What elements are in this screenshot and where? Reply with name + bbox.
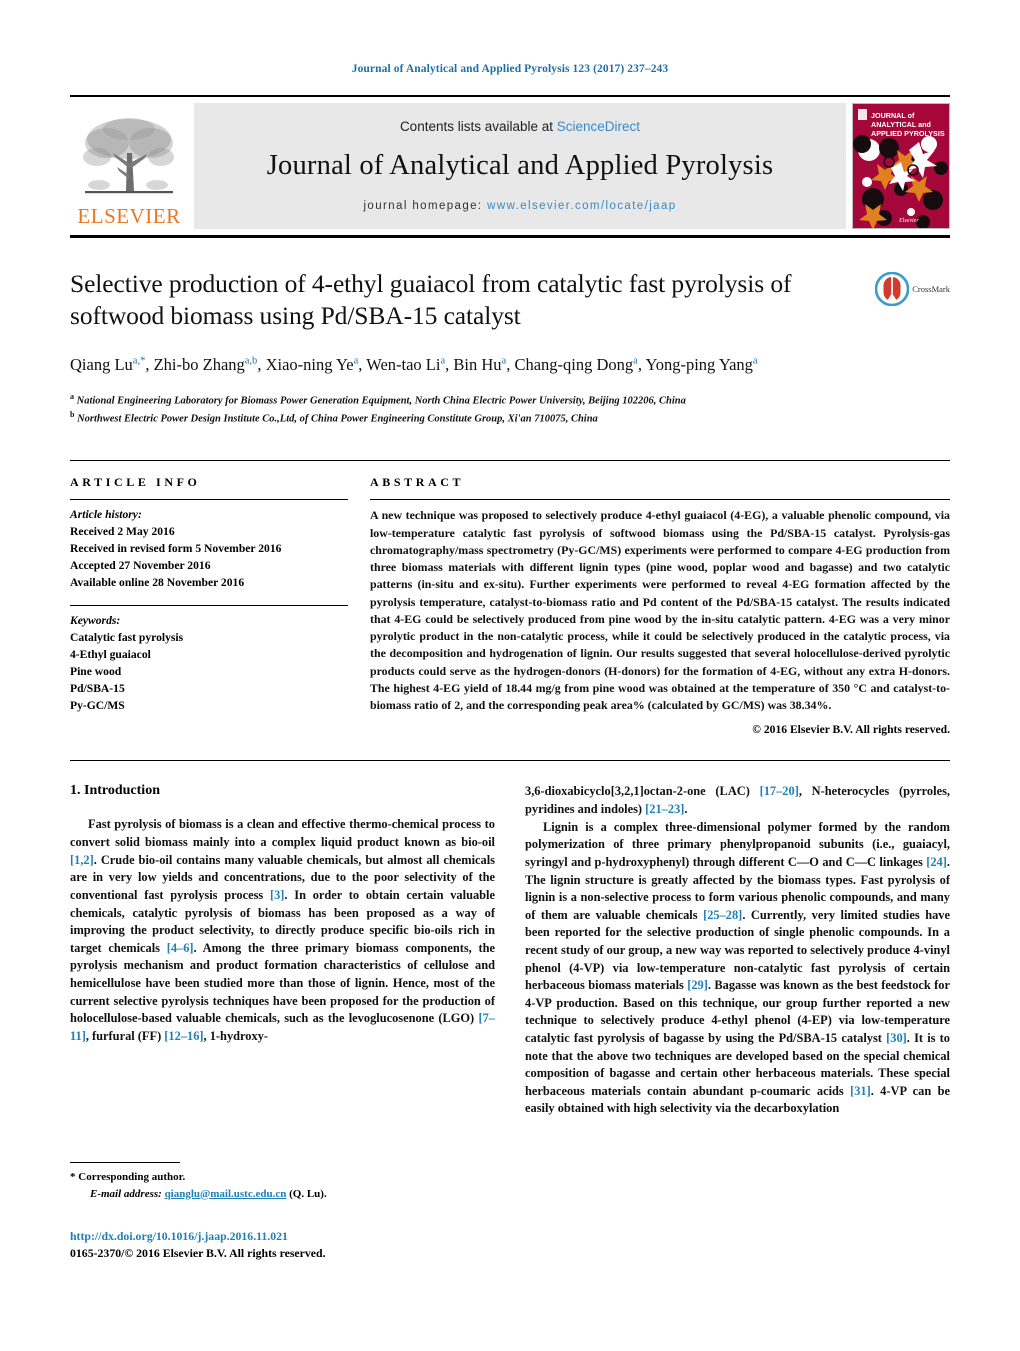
masthead-bottom-rule [70, 235, 950, 238]
elsevier-tree-icon [83, 118, 174, 194]
contents-available-line: Contents lists available at ScienceDirec… [400, 119, 640, 134]
body-column-right: 3,6-dioxabicyclo[3,2,1]octan-2-one (LAC)… [525, 783, 950, 1118]
corresponding-author-footnote: * Corresponding author. E-mail address: … [70, 1162, 480, 1202]
cover-title-line3: APPLIED PYROLYSIS [871, 129, 945, 138]
crossmark-icon [875, 272, 910, 306]
keywords-label: Keywords: [70, 614, 121, 628]
article-info-column: ARTICLE INFO Article history: Received 2… [70, 475, 348, 736]
email-suffix: (Q. Lu). [286, 1187, 327, 1200]
journal-homepage-link[interactable]: www.elsevier.com/locate/jaap [487, 200, 676, 212]
email-line: E-mail address: qianglu@mail.ustc.edu.cn… [70, 1186, 480, 1203]
history-received: Received 2 May 2016 [70, 525, 175, 539]
contents-prefix: Contents lists available at [399, 118, 557, 134]
email-link[interactable]: qianglu@mail.ustc.edu.cn [165, 1188, 287, 1200]
journal-masthead: ELSEVIER Contents lists available at Sci… [70, 95, 950, 229]
running-head: Journal of Analytical and Applied Pyroly… [351, 63, 669, 75]
masthead-banner: Contents lists available at ScienceDirec… [194, 103, 846, 229]
page-title: Selective production of 4-ethyl guaiacol… [70, 269, 792, 331]
abstract-heading: ABSTRACT [370, 475, 465, 490]
body-column-left: 1. Introduction Fast pyrolysis of biomas… [70, 783, 495, 1118]
article-history-label: Article history: [70, 508, 142, 522]
cover-title-line2: ANALYTICAL and [871, 120, 931, 129]
article-history: Article history: Received 2 May 2016 Rec… [70, 507, 348, 592]
keyword-item: Pine wood [70, 664, 122, 678]
abstract-rule [370, 499, 950, 501]
info-abstract-region: ARTICLE INFO Article history: Received 2… [70, 460, 950, 736]
homepage-prefix: journal homepage: [363, 199, 488, 212]
abstract-copyright: © 2016 Elsevier B.V. All rights reserved… [752, 723, 950, 737]
footnote-rule [70, 1162, 180, 1163]
section-heading-introduction: 1. Introduction [70, 783, 160, 799]
paper-page: Journal of Analytical and Applied Pyroly… [0, 0, 1020, 1351]
journal-homepage-line: journal homepage: www.elsevier.com/locat… [363, 200, 676, 212]
elsevier-wordmark: ELSEVIER [77, 204, 181, 228]
affiliation-b-text: Northwest Electric Power Design Institut… [77, 413, 598, 425]
affiliations: a National Engineering Laboratory for Bi… [70, 391, 950, 426]
history-accepted: Accepted 27 November 2016 [70, 559, 211, 573]
issn-copyright-line: 0165-2370/© 2016 Elsevier B.V. All right… [70, 1246, 326, 1261]
intro-paragraph-left: Fast pyrolysis of biomass is a clean and… [70, 817, 495, 1043]
abstract-column: ABSTRACT A new technique was proposed to… [370, 475, 950, 736]
affiliation-a: a National Engineering Laboratory for Bi… [70, 392, 686, 407]
intro-paragraph-right-continued: 3,6-dioxabicyclo[3,2,1]octan-2-one (LAC)… [525, 784, 950, 817]
article-title-block: Selective production of 4-ethyl guaiacol… [70, 268, 950, 377]
keywords-list: Keywords: Catalytic fast pyrolysis 4-Eth… [70, 613, 348, 715]
keyword-item: 4-Ethyl guaiacol [70, 647, 151, 661]
history-online: Available online 28 November 2016 [70, 576, 245, 590]
cover-footer: Elsevier [898, 218, 919, 224]
history-revised: Received in revised form 5 November 2016 [70, 542, 282, 556]
corresponding-author-line: * Corresponding author. [70, 1171, 186, 1183]
journal-title: Journal of Analytical and Applied Pyroly… [266, 149, 774, 181]
doi-link[interactable]: http://dx.doi.org/10.1016/j.jaap.2016.11… [70, 1228, 490, 1245]
body-separator-rule [70, 760, 950, 762]
article-info-heading: ARTICLE INFO [70, 475, 201, 490]
affiliation-b: b Northwest Electric Power Design Instit… [70, 409, 598, 425]
cover-artwork: JOURNAL of ANALYTICAL and APPLIED PYROLY… [853, 104, 949, 228]
email-label: E-mail address: [90, 1187, 165, 1200]
footer-doi-block: http://dx.doi.org/10.1016/j.jaap.2016.11… [70, 1228, 490, 1262]
author-list: Qiang Lua,*, Zhi-bo Zhanga,b, Xiao-ning … [70, 355, 758, 375]
article-info-rule [70, 499, 348, 501]
affiliation-a-text: National Engineering Laboratory for Biom… [76, 395, 686, 407]
elsevier-logo: ELSEVIER [70, 103, 188, 229]
sciencedirect-link[interactable]: ScienceDirect [557, 119, 640, 134]
journal-cover-thumbnail: JOURNAL of ANALYTICAL and APPLIED PYROLY… [852, 103, 950, 229]
crossmark-badge[interactable]: CrossMark [858, 268, 950, 377]
intro-paragraph-right-lignin: Lignin is a complex three-dimensional po… [525, 819, 950, 1116]
body-columns: 1. Introduction Fast pyrolysis of biomas… [70, 783, 950, 1118]
keywords-rule [70, 605, 348, 607]
abstract-text: A new technique was proposed to selectiv… [370, 508, 950, 713]
keyword-item: Pd/SBA-15 [70, 681, 125, 695]
keyword-item: Py-GC/MS [70, 698, 125, 712]
crossmark-label: CrossMark [912, 284, 950, 294]
keyword-item: Catalytic fast pyrolysis [70, 630, 184, 644]
cover-title-line1: JOURNAL of [871, 111, 915, 120]
